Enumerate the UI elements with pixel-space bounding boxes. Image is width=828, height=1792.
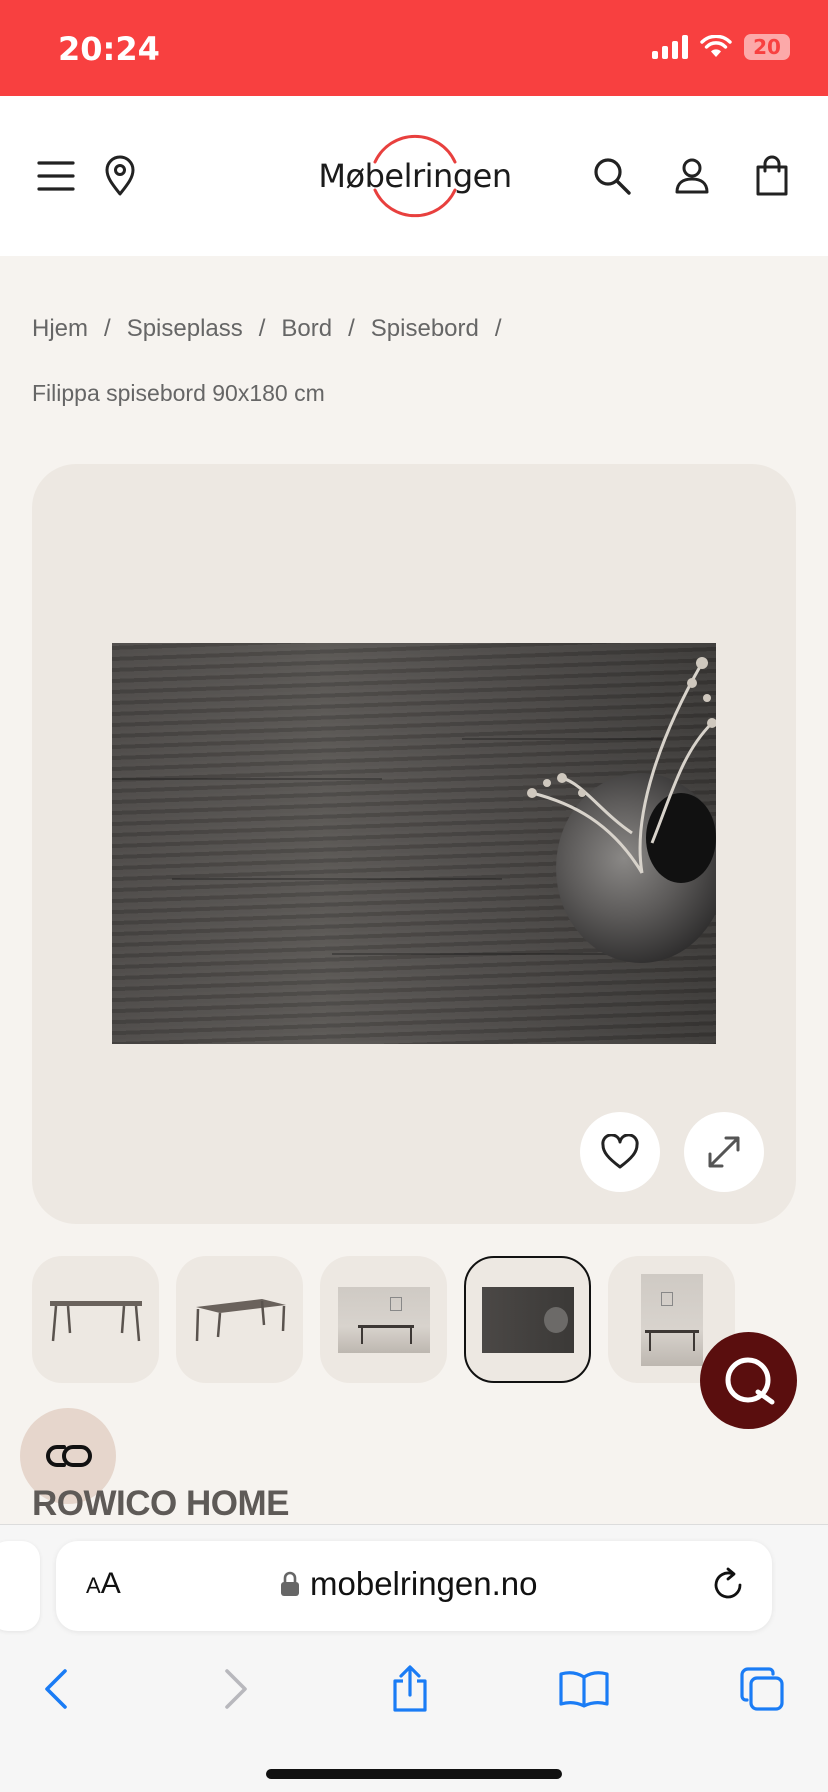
browser-nav-row (0, 1653, 828, 1723)
thumbnail-1[interactable] (32, 1256, 159, 1383)
product-brand[interactable]: ROWICO HOME (32, 1484, 289, 1524)
breadcrumb-separator: / (258, 315, 266, 342)
thumbnail-2[interactable] (176, 1256, 303, 1383)
chat-bubble-icon (725, 1357, 774, 1404)
breadcrumb-separator: / (494, 315, 502, 342)
bookmarks-button[interactable] (554, 1661, 614, 1717)
status-bar: 20:24 20 (0, 0, 828, 96)
breadcrumb-separator: / (104, 315, 111, 342)
share-icon (393, 1665, 427, 1712)
back-icon (45, 1669, 67, 1709)
store-locator-button[interactable] (90, 146, 150, 206)
home-indicator[interactable] (266, 1769, 562, 1779)
lock-icon (281, 1571, 299, 1596)
status-time: 20:24 (58, 30, 160, 68)
url-text: mobelringen.no (310, 1565, 538, 1602)
previous-tab-peek[interactable] (0, 1541, 40, 1631)
breadcrumb-separator: / (348, 315, 355, 342)
thumbnail-3[interactable] (320, 1256, 447, 1383)
status-icons: 20 (652, 34, 790, 60)
breadcrumb: Hjem / Spiseplass / Bord / Spisebord / (32, 315, 502, 343)
cart-bag-icon (756, 155, 788, 196)
account-button[interactable] (662, 146, 722, 206)
chat-button[interactable] (700, 1332, 797, 1429)
breadcrumb-current-page: Filippa spisebord 90x180 cm (32, 380, 325, 406)
forward-button[interactable] (206, 1661, 266, 1717)
wifi-icon (700, 35, 732, 57)
location-pin-icon (105, 155, 135, 196)
share-button[interactable] (380, 1661, 440, 1717)
account-icon (675, 158, 709, 194)
breadcrumb-item-hjem[interactable]: Hjem (32, 315, 88, 343)
product-main-image[interactable] (112, 643, 716, 1044)
menu-button[interactable] (26, 146, 86, 206)
reload-icon (714, 1567, 742, 1599)
favorite-button[interactable] (580, 1112, 660, 1192)
tabs-icon (740, 1667, 784, 1711)
thumbnail-4[interactable] (464, 1256, 591, 1383)
reload-button[interactable] (710, 1567, 746, 1608)
breadcrumb-item-spisebord[interactable]: Spisebord (371, 315, 479, 343)
wood-detail-image (481, 1286, 574, 1353)
heart-icon (601, 1134, 639, 1169)
table-front-image (49, 1300, 142, 1341)
url-display[interactable]: mobelringen.no (280, 1565, 538, 1603)
back-button[interactable] (26, 1661, 86, 1717)
logo-text: Møbelringen (318, 157, 512, 195)
cart-button[interactable] (742, 146, 802, 206)
cellular-signal-icon (652, 35, 688, 59)
site-logo[interactable]: Møbelringen (310, 126, 520, 226)
breadcrumb-item-bord[interactable]: Bord (281, 315, 332, 343)
tabs-button[interactable] (732, 1661, 792, 1717)
table-angle-image (195, 1298, 286, 1341)
menu-icon (37, 161, 75, 191)
fullscreen-button[interactable] (684, 1112, 764, 1192)
cookie-consent-icon (46, 1445, 92, 1467)
product-gallery[interactable] (32, 464, 796, 1224)
site-header: Møbelringen (0, 96, 828, 256)
browser-toolbar: AA mobelringen.no (0, 1524, 828, 1792)
reader-settings-button[interactable]: AA (86, 1567, 121, 1601)
address-bar[interactable]: AA mobelringen.no (56, 1541, 772, 1631)
breadcrumb-item-spiseplass[interactable]: Spiseplass (127, 315, 243, 343)
dried-flowers (527, 657, 716, 874)
battery-indicator: 20 (744, 34, 790, 60)
forward-icon (225, 1669, 247, 1709)
room-scene-image (337, 1286, 430, 1353)
expand-icon (708, 1136, 740, 1168)
search-button[interactable] (582, 146, 642, 206)
thumbnail-strip (32, 1256, 735, 1383)
room-scene-portrait-image (640, 1273, 703, 1366)
bookmarks-icon (559, 1671, 609, 1708)
search-icon (594, 158, 631, 195)
